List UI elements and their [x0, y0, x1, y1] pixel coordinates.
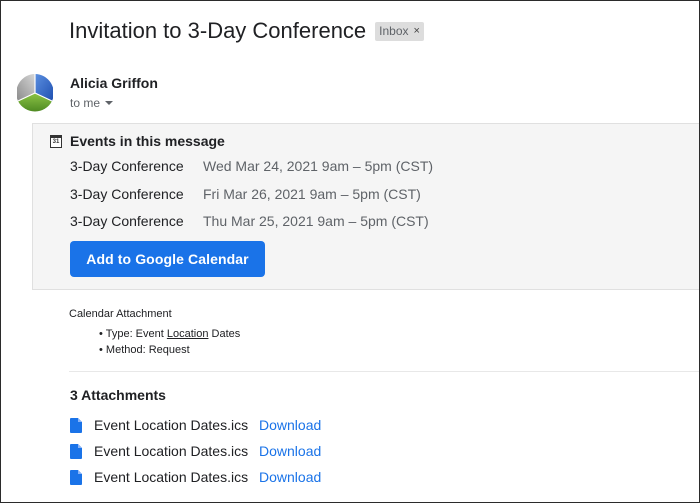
location-link[interactable]: Location [167, 328, 209, 340]
event-name: 3-Day Conference [70, 158, 184, 174]
calendar-icon: 31 [50, 135, 62, 148]
remove-label-icon[interactable]: × [414, 22, 420, 41]
file-icon [70, 469, 82, 485]
event-row[interactable]: 3-Day Conference Wed Mar 24, 2021 9am – … [70, 158, 433, 174]
event-row[interactable]: 3-Day Conference Fri Mar 26, 2021 9am – … [70, 186, 421, 202]
attachment-row[interactable]: Event Location Dates.ics Download [70, 469, 321, 485]
attachments-title: 3 Attachments [70, 387, 166, 403]
type-suffix: Dates [208, 328, 241, 340]
attachment-row[interactable]: Event Location Dates.ics Download [70, 417, 321, 433]
attachment-name: Event Location Dates.ics [94, 417, 249, 433]
label-text: Inbox [379, 24, 409, 38]
add-to-google-calendar-button[interactable]: Add to Google Calendar [70, 241, 265, 277]
events-card: 31 Events in this message 3-Day Conferen… [32, 123, 699, 290]
file-icon [70, 417, 82, 433]
sender-avatar[interactable] [17, 72, 53, 114]
file-icon [70, 443, 82, 459]
recipient-text: to me [70, 96, 101, 110]
attachment-name: Event Location Dates.ics [94, 443, 249, 459]
subject-row: Invitation to 3-Day Conference Inbox × [69, 18, 424, 44]
download-link[interactable]: Download [259, 469, 321, 485]
list-item: • Type: Event Location Dates [99, 328, 241, 340]
events-title: Events in this message [70, 133, 225, 149]
method-text: Method: Request [105, 344, 190, 356]
event-date: Fri Mar 26, 2021 9am – 5pm (CST) [203, 186, 421, 202]
attachment-name: Event Location Dates.ics [94, 469, 249, 485]
event-row[interactable]: 3-Day Conference Thu Mar 25, 2021 9am – … [70, 213, 429, 229]
event-date: Thu Mar 25, 2021 9am – 5pm (CST) [203, 213, 429, 229]
list-item: • Method: Request [99, 344, 190, 356]
sender-name[interactable]: Alicia Griffon [70, 75, 158, 91]
attachment-row[interactable]: Event Location Dates.ics Download [70, 443, 321, 459]
event-name: 3-Day Conference [70, 186, 184, 202]
event-name: 3-Day Conference [70, 213, 184, 229]
type-prefix: Type: Event [105, 328, 167, 340]
recipient-details-toggle[interactable]: to me [70, 96, 114, 110]
inbox-label-chip[interactable]: Inbox × [375, 22, 424, 41]
download-link[interactable]: Download [259, 417, 321, 433]
chevron-down-icon [105, 101, 114, 105]
download-link[interactable]: Download [259, 443, 321, 459]
calendar-attachment-heading: Calendar Attachment [69, 308, 172, 320]
event-date: Wed Mar 24, 2021 9am – 5pm (CST) [203, 158, 434, 174]
email-view: Invitation to 3-Day Conference Inbox × A… [0, 0, 700, 503]
divider [69, 371, 699, 372]
email-subject: Invitation to 3-Day Conference [69, 18, 367, 43]
attachment-details-list: • Type: Event Location Dates • Method: R… [99, 326, 240, 358]
